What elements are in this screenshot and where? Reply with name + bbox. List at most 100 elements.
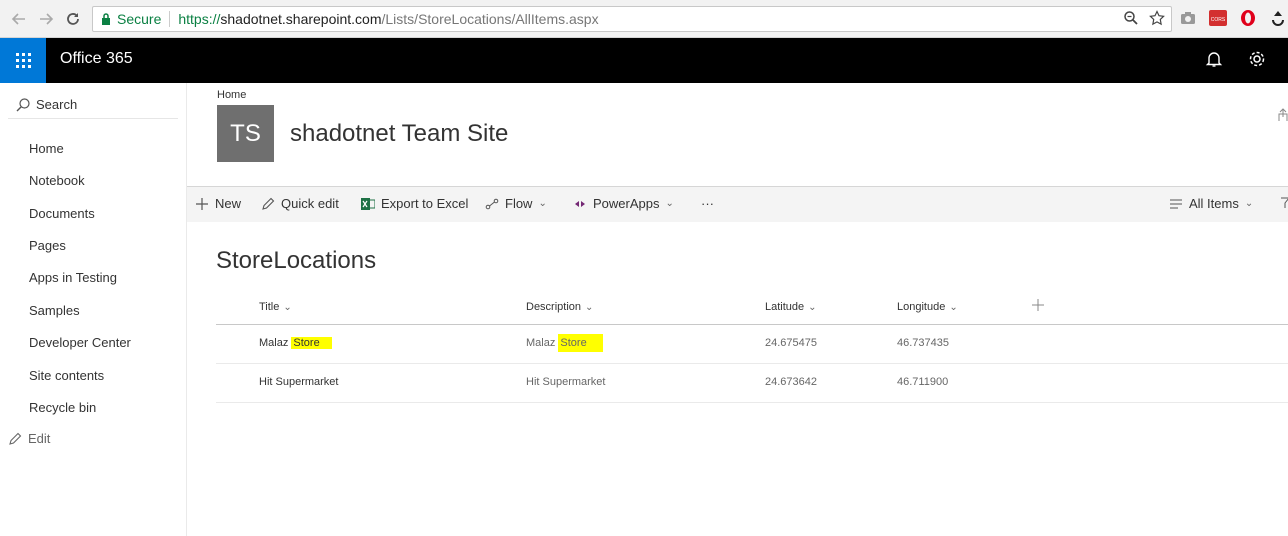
breadcrumb[interactable]: Home: [217, 89, 246, 101]
table-cell-title[interactable]: Malaz Store: [259, 337, 332, 349]
column-header-label: Description: [526, 301, 582, 313]
search-highlight: Store: [558, 334, 603, 352]
cors-extension-icon[interactable]: CORS: [1208, 8, 1228, 28]
title-text: Malaz: [259, 337, 292, 349]
waffle-dot: [27, 59, 31, 62]
column-header-longitude[interactable]: Longitude ⌄: [897, 301, 958, 313]
waffle-dot: [15, 65, 19, 68]
pencil-icon: [262, 197, 275, 210]
new-label: New: [215, 196, 242, 211]
app-launcher-button[interactable]: [0, 38, 46, 83]
column-header-title[interactable]: Title ⌄: [259, 301, 292, 313]
share-icon[interactable]: [1278, 108, 1288, 127]
flow-menu-button[interactable]: Flow ⌄: [485, 196, 547, 211]
nav-item-site-contents[interactable]: Site contents: [29, 368, 104, 383]
table-cell-description[interactable]: Hit Supermarket: [526, 376, 605, 388]
notifications-bell-icon[interactable]: [1205, 50, 1225, 70]
waffle-dot: [21, 59, 25, 62]
excel-icon: [361, 197, 375, 210]
nav-item-pages[interactable]: Pages: [29, 238, 66, 253]
address-bar[interactable]: Secure https://shadotnet.sharepoint.com/…: [92, 6, 1172, 32]
nav-item-samples[interactable]: Samples: [29, 303, 80, 318]
opera-extension-icon[interactable]: [1238, 8, 1258, 28]
table-cell-latitude[interactable]: 24.673642: [765, 376, 817, 388]
view-switcher-button[interactable]: All Items ⌄: [1169, 196, 1253, 211]
chevron-down-icon: ⌄: [585, 301, 594, 313]
lock-icon: [102, 13, 110, 25]
table-cell-title[interactable]: Hit Supermarket: [259, 376, 338, 388]
forward-button[interactable]: [35, 8, 57, 30]
row-divider: [216, 363, 1288, 364]
nav-item-recycle-bin[interactable]: Recycle bin: [29, 400, 96, 415]
bookmark-star-icon[interactable]: [1149, 10, 1165, 26]
search-icon: [16, 97, 30, 111]
quick-edit-button[interactable]: Quick edit: [261, 196, 339, 211]
search-label: Search: [36, 97, 78, 112]
pencil-icon: [9, 432, 22, 445]
secure-indicator[interactable]: Secure: [93, 11, 161, 27]
nav-item-notebook[interactable]: Notebook: [29, 173, 85, 188]
chevron-down-icon: ⌄: [808, 301, 817, 313]
table-cell-latitude[interactable]: 24.675475: [765, 337, 817, 349]
waffle-dot: [21, 65, 25, 68]
edit-nav-link[interactable]: Edit: [8, 431, 50, 446]
edit-label: Edit: [28, 431, 51, 446]
camera-extension-icon[interactable]: [1178, 8, 1198, 28]
flow-label: Flow: [505, 196, 533, 211]
waffle-dot: [15, 59, 19, 62]
chevron-down-icon: ⌄: [1244, 198, 1254, 209]
powerapps-menu-button[interactable]: PowerApps ⌄: [573, 196, 674, 211]
reload-icon: [67, 13, 79, 25]
quick-edit-label: Quick edit: [281, 196, 339, 211]
url-host: shadotnet.sharepoint.com: [220, 11, 382, 27]
secure-label: Secure: [117, 11, 162, 27]
export-label: Export to Excel: [381, 196, 469, 211]
add-column-button[interactable]: [1032, 299, 1044, 311]
filter-icon[interactable]: [1281, 196, 1288, 210]
forward-arrow-icon: [40, 13, 54, 25]
url-text: https://shadotnet.sharepoint.com/Lists/S…: [178, 11, 598, 27]
url-path: /Lists/StoreLocations/AllItems.aspx: [381, 11, 599, 27]
nav-item-documents[interactable]: Documents: [29, 206, 95, 221]
site-logo[interactable]: TS: [217, 105, 274, 162]
reload-button[interactable]: [62, 8, 84, 30]
site-title[interactable]: shadotnet Team Site: [290, 120, 508, 148]
more-commands-button[interactable]: ···: [701, 196, 714, 211]
table-cell-description[interactable]: Malaz Store: [526, 334, 603, 352]
browser-toolbar: Secure https://shadotnet.sharepoint.com/…: [0, 0, 1288, 38]
waffle-dot: [21, 53, 25, 56]
search-highlight: Store: [291, 337, 332, 349]
new-button[interactable]: New: [195, 196, 241, 211]
table-cell-longitude[interactable]: 46.711900: [897, 376, 948, 388]
back-button[interactable]: [8, 8, 30, 30]
row-divider: [216, 402, 1288, 403]
nav-item-developer-center[interactable]: Developer Center: [29, 335, 131, 350]
suite-bar: Office 365: [0, 38, 1288, 83]
nav-item-home[interactable]: Home: [29, 141, 64, 156]
chevron-down-icon: ⌄: [665, 198, 674, 209]
url-scheme: https://: [178, 11, 221, 27]
waffle-dot: [27, 65, 31, 68]
export-to-excel-button[interactable]: Export to Excel: [361, 196, 468, 211]
table-cell-longitude[interactable]: 46.737435: [897, 337, 949, 349]
cors-label: CORS: [1211, 17, 1226, 23]
column-header-description[interactable]: Description ⌄: [526, 301, 593, 313]
plus-icon: [196, 197, 208, 210]
chevron-down-icon: ⌄: [949, 301, 958, 313]
settings-gear-icon[interactable]: [1248, 50, 1268, 70]
view-list-icon: [1170, 198, 1182, 209]
column-header-latitude[interactable]: Latitude ⌄: [765, 301, 817, 313]
powerapps-label: PowerApps: [593, 196, 660, 211]
search-box[interactable]: Search: [8, 91, 178, 119]
suite-title[interactable]: Office 365: [60, 50, 133, 68]
chevron-down-icon: ⌄: [538, 198, 547, 209]
header-divider: [216, 324, 1288, 325]
column-header-label: Latitude: [765, 301, 805, 313]
list-title: StoreLocations: [216, 247, 377, 274]
recycle-extension-icon[interactable]: [1268, 8, 1288, 28]
powerapps-icon: [575, 200, 585, 207]
zoom-icon[interactable]: [1123, 10, 1139, 26]
omnibox-divider: [169, 11, 171, 27]
left-navigation: Search Home Notebook Documents Pages App…: [0, 83, 187, 536]
nav-item-apps-in-testing[interactable]: Apps in Testing: [29, 270, 117, 285]
